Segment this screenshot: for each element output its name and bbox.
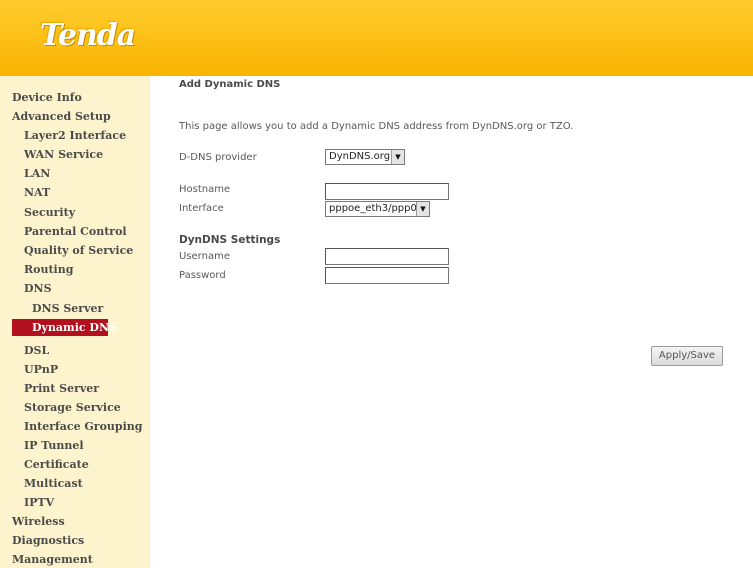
sidebar-item-layer2-interface[interactable]: Layer2 Interface: [24, 127, 126, 144]
interface-select-value: pppoe_eth3/ppp0.1: [329, 203, 427, 214]
sidebar-item-dns-server[interactable]: DNS Server: [32, 300, 103, 317]
hostname-label: Hostname: [179, 184, 231, 195]
username-label: Username: [179, 251, 230, 262]
sidebar-item-device-info[interactable]: Device Info: [12, 89, 82, 106]
sidebar-item-multicast[interactable]: Multicast: [24, 475, 83, 492]
password-input[interactable]: [325, 267, 449, 284]
sidebar-item-storage-service[interactable]: Storage Service: [24, 399, 121, 416]
sidebar-item-management[interactable]: Management: [12, 551, 93, 568]
dyndns-settings-heading: DynDNS Settings: [179, 234, 281, 246]
sidebar-item-dynamic-dns[interactable]: Dynamic DNS: [12, 319, 117, 336]
apply-save-button[interactable]: Apply/Save: [651, 346, 723, 366]
hostname-input[interactable]: [325, 183, 449, 200]
main-content: Add Dynamic DNS This page allows you to …: [150, 76, 753, 568]
interface-label: Interface: [179, 203, 224, 214]
sidebar-item-interface-grouping[interactable]: Interface Grouping: [24, 418, 143, 435]
sidebar-item-security[interactable]: Security: [24, 204, 75, 221]
sidebar-item-wireless[interactable]: Wireless: [12, 513, 65, 530]
sidebar-item-iptv[interactable]: IPTV: [24, 494, 54, 511]
sidebar-item-dns[interactable]: DNS: [24, 280, 52, 297]
sidebar-item-routing[interactable]: Routing: [24, 261, 73, 278]
password-label: Password: [179, 270, 226, 281]
header-banner: Tenda: [0, 0, 753, 76]
page-description: This page allows you to add a Dynamic DN…: [179, 121, 574, 132]
sidebar-item-lan[interactable]: LAN: [24, 165, 50, 182]
sidebar-item-print-server[interactable]: Print Server: [24, 380, 99, 397]
sidebar-item-wan-service[interactable]: WAN Service: [24, 146, 103, 163]
sidebar-item-ip-tunnel[interactable]: IP Tunnel: [24, 437, 84, 454]
sidebar-item-diagnostics[interactable]: Diagnostics: [12, 532, 84, 549]
sidebar-item-nat[interactable]: NAT: [24, 184, 50, 201]
sidebar-item-parental-control[interactable]: Parental Control: [24, 223, 127, 240]
chevron-down-icon: ▼: [416, 202, 429, 216]
sidebar-item-advanced-setup[interactable]: Advanced Setup: [12, 108, 111, 125]
sidebar-item-upnp[interactable]: UPnP: [24, 361, 58, 378]
sidebar-item-dsl[interactable]: DSL: [24, 342, 49, 359]
page-title: Add Dynamic DNS: [179, 79, 281, 90]
provider-label: D-DNS provider: [179, 152, 257, 163]
sidebar-nav: Device Info Advanced Setup Layer2 Interf…: [0, 76, 150, 568]
username-input[interactable]: [325, 248, 449, 265]
sidebar-item-certificate[interactable]: Certificate: [24, 456, 89, 473]
tenda-logo: Tenda: [40, 18, 136, 53]
provider-select[interactable]: DynDNS.org ▼: [325, 149, 405, 165]
provider-select-value: DynDNS.org: [329, 151, 391, 162]
chevron-down-icon: ▼: [391, 150, 404, 164]
interface-select[interactable]: pppoe_eth3/ppp0.1 ▼: [325, 201, 430, 217]
sidebar-item-quality-of-service[interactable]: Quality of Service: [24, 242, 133, 259]
